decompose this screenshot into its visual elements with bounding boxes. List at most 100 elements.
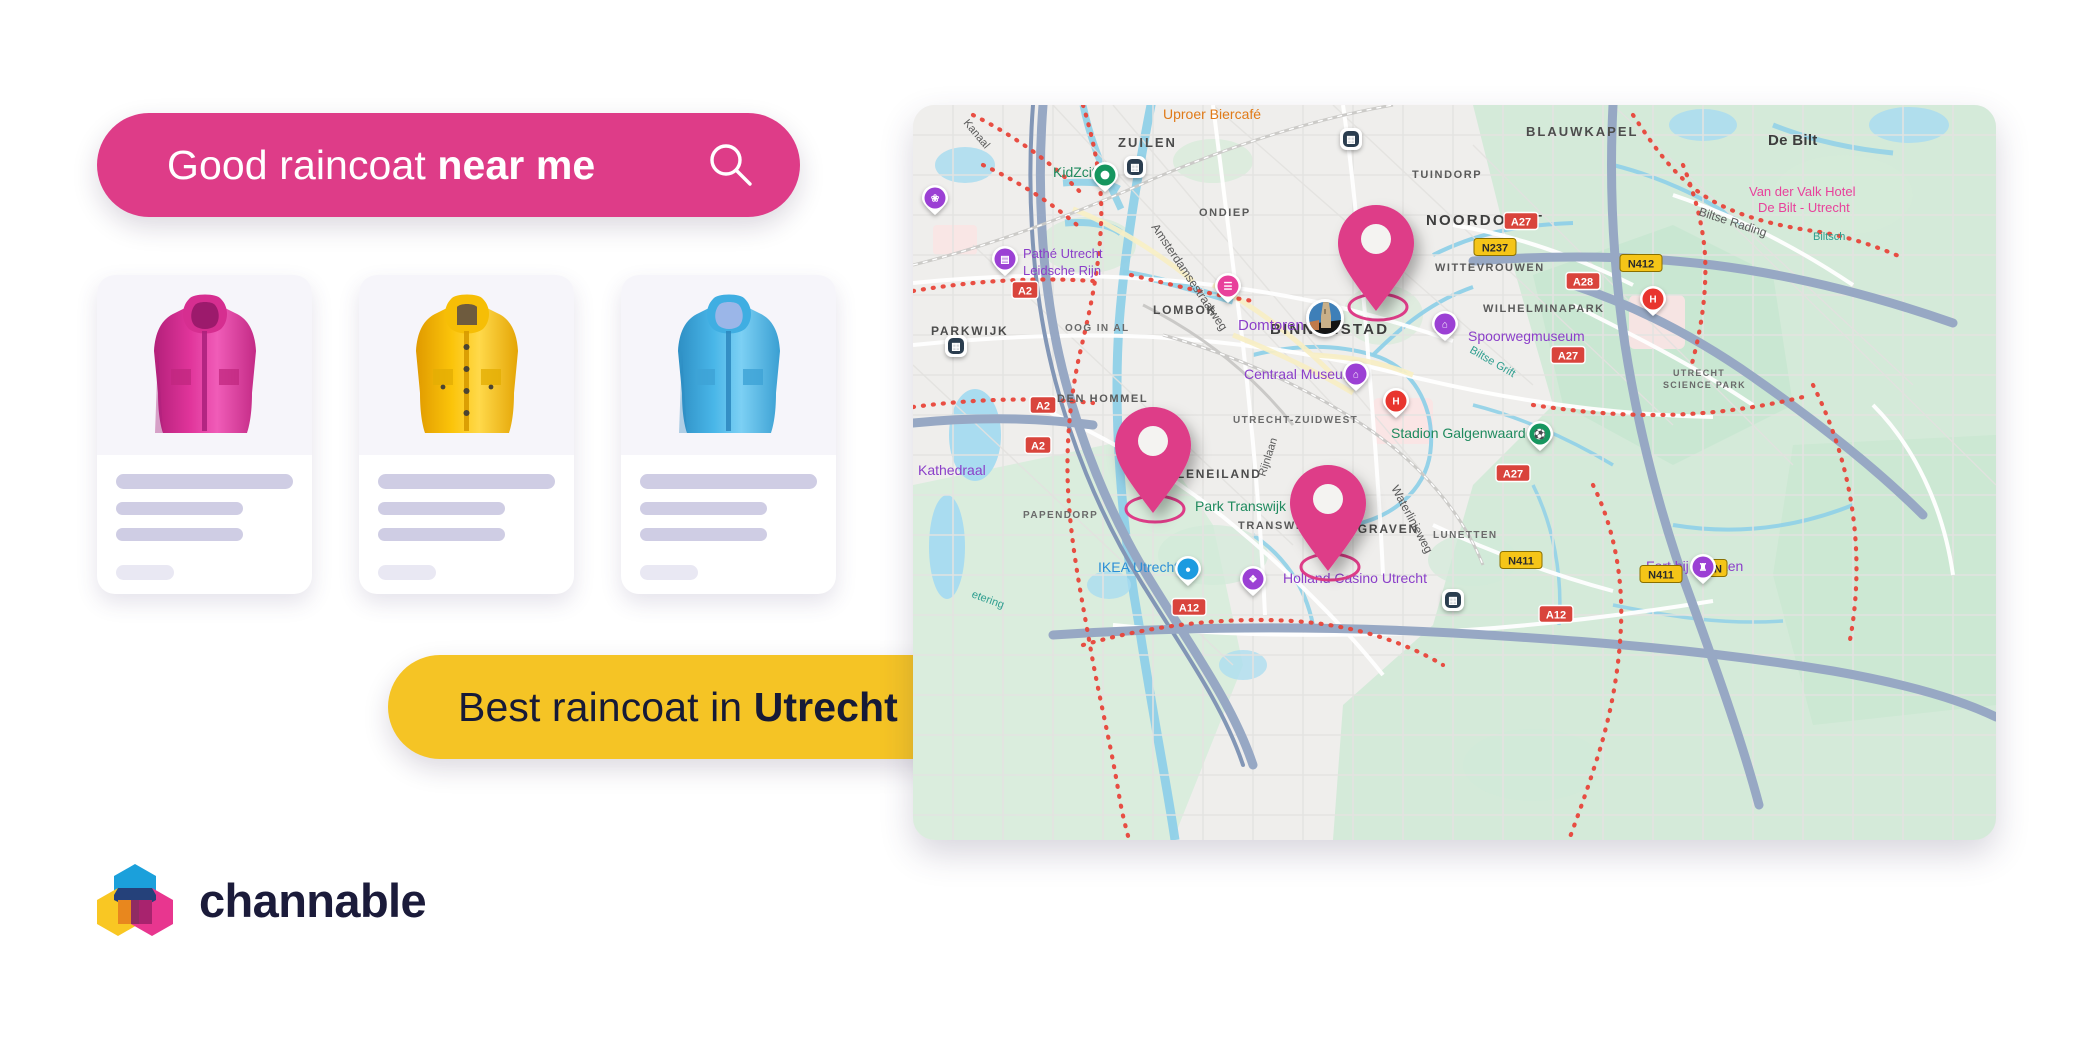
map-area-label: LUNETTEN [1433,530,1498,541]
map-poi-label[interactable]: Uproer Biercafé [1163,106,1261,122]
map-area-label: DEN HOMMEL [1057,393,1148,405]
map-road-shield: N411 [1639,565,1683,583]
domtoren-photo-marker[interactable] [1306,299,1344,337]
map-road-shield: A12 [1171,597,1207,617]
product-card[interactable] [621,275,836,594]
svg-text:N411: N411 [1508,556,1534,568]
map-poi-label[interactable]: Pathé Utrecht [1023,246,1103,261]
search-query-emphasis: Utrecht [753,683,898,730]
product-details-placeholder [621,455,836,580]
map-area-label: WITTEVROUWEN [1435,262,1545,274]
svg-text:N412: N412 [1628,259,1654,271]
train-marker-3[interactable]: ▦ [1340,128,1362,150]
map-area-label: UTRECHT-ZUIDWEST [1233,415,1358,426]
map-poi-label[interactable]: Leidsche Rijn [1023,263,1101,278]
svg-text:A2: A2 [1031,441,1045,453]
map-road-shield: A27 [1503,211,1539,231]
map-road-shield: A12 [1538,604,1574,624]
search-query-text: Good raincoat near me [167,142,595,189]
map-area-label: PAPENDORP [1023,510,1098,521]
pink-raincoat-icon [153,294,256,433]
map-poi-label[interactable]: Biltsch [1813,231,1845,243]
svg-text:▦: ▦ [1448,595,1457,606]
search-query-text: Best raincoat in Utrecht [458,684,898,731]
map-poi-label[interactable]: De Bilt - Utrecht [1758,200,1850,215]
svg-text:A12: A12 [1179,603,1199,615]
svg-text:♜: ♜ [1699,563,1708,574]
svg-text:A27: A27 [1511,217,1531,229]
product-image [621,275,836,455]
map-road-shield: A2 [1011,280,1039,300]
map-poi-label[interactable]: Kathedraal [918,462,986,478]
svg-text:A27: A27 [1503,469,1523,481]
map-area-label: SCIENCE PARK [1663,380,1746,390]
map-area-label: UTRECHT [1673,368,1725,378]
svg-text:●: ● [1185,565,1191,576]
map-poi-label[interactable]: Domtoren [1238,317,1304,334]
map-area-label: PARKWIJK [931,324,1009,338]
map-road-shield: N237 [1473,238,1517,256]
svg-text:❖: ❖ [1249,575,1258,586]
placeholder-line [378,528,506,541]
map-poi-label[interactable]: Centraal Museum [1244,366,1355,382]
svg-text:▦: ▦ [1346,134,1355,145]
blue-raincoat-icon [677,294,780,433]
placeholder-line [116,528,244,541]
placeholder-line [378,502,506,515]
svg-text:A2: A2 [1018,286,1032,298]
map-area-label: ZUILEN [1118,135,1177,150]
map-road-shield: A2 [1029,395,1057,415]
utrecht-map[interactable]: ZUILEN BLAUWKAPEL TUINDORP NOORDOOST ONDIEP W… [913,105,1996,840]
map-road-shield: A27 [1550,345,1586,365]
search-query-prefix: Good raincoat [167,141,438,188]
placeholder-price [640,565,699,580]
svg-text:A2: A2 [1036,401,1050,413]
map-road-shield: A2 [1024,435,1052,455]
svg-text:▤: ▤ [1000,255,1009,266]
map-poi-label[interactable]: Park Transwijk [1195,498,1287,514]
map-poi-label[interactable]: Stadion Galgenwaard [1391,425,1526,441]
map-poi-label[interactable]: IKEA Utrecht [1098,559,1178,575]
search-query-prefix: Best raincoat in [458,683,754,730]
product-details-placeholder [359,455,574,580]
product-card[interactable] [359,275,574,594]
svg-text:⌂: ⌂ [1353,370,1359,381]
svg-text:A12: A12 [1546,610,1566,622]
product-card[interactable] [97,275,312,594]
svg-text:▦: ▦ [1130,162,1139,173]
search-pill-near-me[interactable]: Good raincoat near me [97,113,800,217]
train-marker-1[interactable]: ▦ [1124,156,1146,178]
train-marker-4[interactable]: ▦ [1442,589,1464,611]
map-poi-label[interactable]: Van der Valk Hotel [1749,184,1856,199]
map-road-shield: A28 [1565,271,1601,291]
product-image [97,275,312,455]
map-road-shield: A27 [1495,463,1531,483]
map-area-label: De Bilt [1768,132,1818,149]
svg-text:⚽: ⚽ [1533,428,1546,441]
placeholder-price [378,565,437,580]
channable-logo[interactable]: channable [97,862,427,938]
map-area-label: OOG IN AL [1065,323,1129,334]
placeholder-line [116,502,244,515]
svg-text:H: H [1392,397,1399,408]
search-icon[interactable] [706,140,756,190]
svg-text:H: H [1649,295,1656,306]
map-area-label: BLAUWKAPEL [1526,124,1638,139]
channable-hexagon-icon [97,864,173,936]
product-details-placeholder [97,455,312,580]
train-marker-2[interactable]: ▦ [945,335,967,357]
placeholder-line [116,474,293,489]
map-canvas[interactable]: ZUILENBLAUWKAPELTUINDORPNOORDOOSTONDIEPW… [913,105,1996,840]
search-query-emphasis: near me [437,141,596,188]
placeholder-line [640,474,817,489]
svg-text:A28: A28 [1573,277,1593,289]
map-area-label: TUINDORP [1412,169,1482,181]
map-road-shield: N412 [1619,254,1663,272]
svg-text:❀: ❀ [931,194,940,205]
map-poi-label[interactable]: Spoorwegmuseum [1468,328,1585,344]
svg-text:A27: A27 [1558,351,1578,363]
yellow-raincoat-icon [415,294,518,433]
map-road-shield: N411 [1499,551,1543,569]
map-area-label: WILHELMINAPARK [1483,303,1605,315]
map-area-label: ONDIEP [1199,207,1251,219]
